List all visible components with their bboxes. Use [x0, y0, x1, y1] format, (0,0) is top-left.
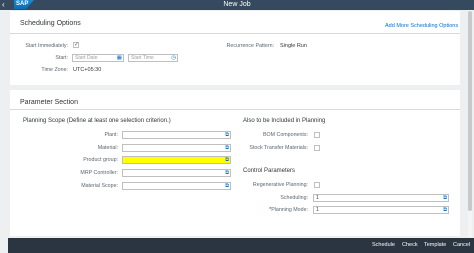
shell-bar: ‹ SAP New Job — [0, 0, 474, 10]
scrollbar-thumb[interactable] — [468, 11, 472, 211]
value-help-icon[interactable]: ⧉ — [443, 207, 447, 213]
footer-toolbar: Schedule Check Template Cancel — [8, 238, 474, 253]
stock-transfer-label: Stock Transfer Materials: — [249, 145, 308, 151]
material-label: Material: — [97, 145, 118, 151]
parameter-section-title: Parameter Section — [20, 99, 78, 106]
timezone-value: UTC+05:30 — [73, 67, 102, 73]
scheduling-options-title: Scheduling Options — [20, 20, 81, 27]
start-immediately-checkbox[interactable] — [73, 41, 79, 48]
start-label: Start: — [55, 55, 68, 61]
page-title: New Job — [223, 1, 251, 8]
clock-icon[interactable]: ◷ — [171, 55, 176, 61]
bom-components-label: BOM Components: — [262, 132, 308, 138]
divider — [10, 33, 460, 34]
stock-transfer-checkbox[interactable] — [314, 145, 320, 151]
planning-scope-heading: Planning Scope (Define at least one sele… — [23, 118, 171, 124]
scheduling-field[interactable]: 1 ⧉ — [313, 194, 449, 202]
mrp-controller-field[interactable]: ⧉ — [122, 169, 231, 177]
check-button[interactable]: Check — [402, 238, 418, 253]
product-group-field[interactable]: ⧉ — [122, 156, 231, 164]
also-included-heading: Also to be Included in Planning — [243, 118, 326, 124]
value-help-icon[interactable]: ⧉ — [225, 157, 229, 163]
cancel-button[interactable]: Cancel — [453, 238, 470, 253]
regenerative-planning-checkbox[interactable] — [314, 182, 320, 188]
plant-label: Plant: — [104, 132, 118, 138]
divider — [10, 109, 460, 110]
start-date-field[interactable]: Start Date ▦ — [72, 54, 124, 62]
mrp-controller-label: MRP Controller: — [80, 170, 118, 176]
value-help-icon[interactable]: ⧉ — [225, 132, 229, 138]
start-immediately-label: Start Immediately: — [25, 43, 68, 49]
add-more-scheduling-options-link[interactable]: Add More Scheduling Options — [385, 23, 458, 29]
value-help-icon[interactable]: ⧉ — [225, 145, 229, 151]
template-button[interactable]: Template — [424, 238, 446, 253]
scrollbar[interactable] — [468, 10, 472, 237]
planning-mode-field[interactable]: 1 ⧉ — [313, 206, 449, 214]
planning-mode-label: *Planning Mode: — [269, 207, 308, 213]
regenerative-planning-label: Regenerative Planning: — [252, 182, 308, 188]
value-help-icon[interactable]: ⧉ — [225, 183, 229, 189]
plant-field[interactable]: ⧉ — [122, 131, 231, 139]
product-group-label: Product group: — [83, 157, 118, 163]
value-help-icon[interactable]: ⧉ — [225, 170, 229, 176]
schedule-button[interactable]: Schedule — [372, 238, 395, 253]
scheduling-label: Scheduling: — [280, 195, 308, 201]
parameter-section-panel: Parameter Section Planning Scope (Define… — [10, 90, 460, 236]
recurrence-pattern-label: Recurrence Pattern: — [226, 43, 274, 49]
scheduling-options-panel: Scheduling Options Add More Scheduling O… — [10, 11, 460, 85]
material-field[interactable]: ⧉ — [122, 144, 231, 152]
start-time-field[interactable]: Start Time ◷ — [128, 54, 178, 62]
timezone-label: Time Zone: — [41, 67, 68, 73]
value-help-icon[interactable]: ⧉ — [443, 195, 447, 201]
material-scope-field[interactable]: ⧉ — [122, 182, 231, 190]
bom-components-checkbox[interactable] — [314, 132, 320, 138]
material-scope-label: Material Scope: — [81, 183, 118, 189]
calendar-icon[interactable]: ▦ — [117, 55, 122, 61]
recurrence-pattern-value[interactable]: Single Run — [280, 43, 307, 49]
control-parameters-heading: Control Parameters — [243, 168, 296, 174]
